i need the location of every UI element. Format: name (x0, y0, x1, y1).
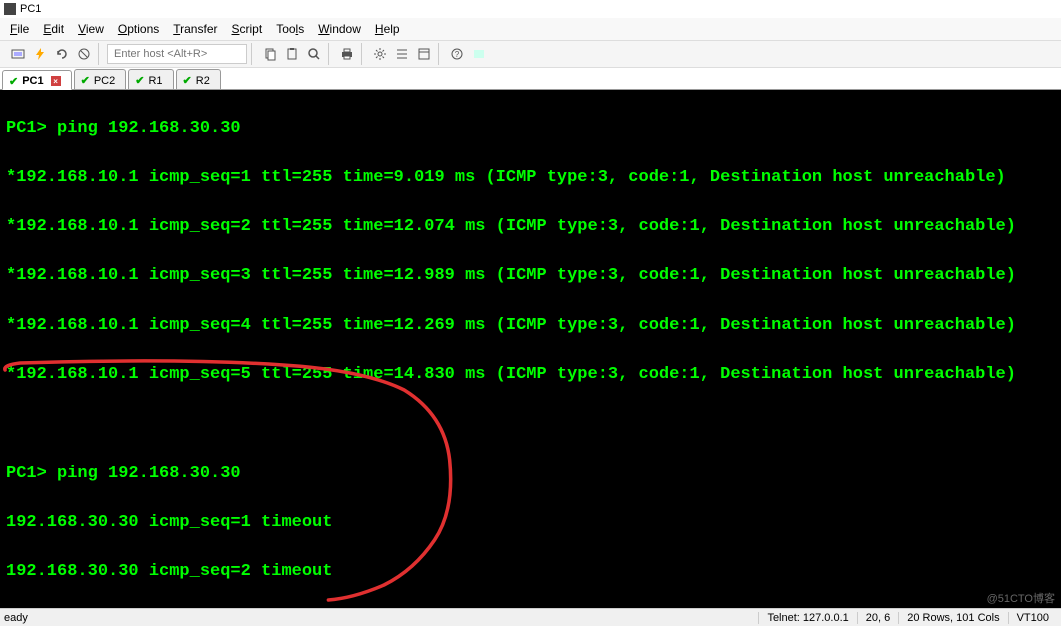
svg-text:?: ? (455, 50, 460, 59)
disconnect-icon (77, 47, 91, 61)
list-icon (395, 47, 409, 61)
status-right: Telnet: 127.0.0.1 20, 6 20 Rows, 101 Col… (758, 612, 1057, 624)
tab-r2[interactable]: ✔ R2 (176, 69, 221, 89)
terminal-line: 192.168.30.30 icmp_seq=2 timeout (6, 560, 1055, 585)
terminal-line: 192.168.30.30 icmp_seq=1 timeout (6, 511, 1055, 536)
status-size: 20 Rows, 101 Cols (898, 612, 1007, 624)
check-icon: ✔ (9, 75, 18, 88)
connect-button[interactable] (8, 44, 28, 64)
terminal-line (6, 412, 1055, 437)
tab-label: R2 (196, 75, 210, 87)
status-emulation: VT100 (1008, 612, 1057, 624)
tab-label: PC2 (94, 75, 115, 87)
paste-button[interactable] (282, 44, 302, 64)
paste-icon (285, 47, 299, 61)
app-icon (4, 3, 16, 15)
menu-file[interactable]: File (4, 20, 35, 38)
disconnect-button[interactable] (74, 44, 94, 64)
host-input[interactable] (107, 44, 247, 64)
status-bar: eady Telnet: 127.0.0.1 20, 6 20 Rows, 10… (0, 608, 1061, 626)
quick-connect-button[interactable] (30, 44, 50, 64)
help-icon: ? (450, 47, 464, 61)
toolbar-group-host (103, 43, 252, 65)
lightning-icon (33, 47, 47, 61)
print-icon (340, 47, 354, 61)
gear-icon (373, 47, 387, 61)
tab-bar: ✔ PC1 × ✔ PC2 ✔ R1 ✔ R2 (0, 68, 1061, 90)
menu-edit[interactable]: Edit (37, 20, 70, 38)
copy-button[interactable] (260, 44, 280, 64)
window-title: PC1 (20, 3, 41, 15)
status-cursor: 20, 6 (857, 612, 898, 624)
help-button[interactable]: ? (447, 44, 467, 64)
tab-pc1[interactable]: ✔ PC1 × (2, 70, 72, 90)
watermark: @51CTO博客 (987, 590, 1055, 606)
new-session-button[interactable] (414, 44, 434, 64)
terminal-line: *192.168.10.1 icmp_seq=2 ttl=255 time=12… (6, 215, 1055, 240)
check-icon: ✔ (135, 74, 144, 87)
toolbar-group-options (366, 43, 439, 65)
window-icon (417, 47, 431, 61)
toolbar-group-connect (4, 43, 99, 65)
connect-icon (11, 47, 25, 61)
tab-label: PC1 (22, 75, 43, 87)
terminal-line: *192.168.10.1 icmp_seq=1 ttl=255 time=9.… (6, 166, 1055, 191)
reconnect-button[interactable] (52, 44, 72, 64)
toolbar-group-print (333, 43, 362, 65)
menu-options[interactable]: Options (112, 20, 165, 38)
menu-script[interactable]: Script (226, 20, 269, 38)
toolbar: ? (0, 40, 1061, 68)
menu-tools[interactable]: Tools (270, 20, 310, 38)
menu-help[interactable]: Help (369, 20, 406, 38)
print-button[interactable] (337, 44, 357, 64)
find-button[interactable] (304, 44, 324, 64)
toggle-icon (472, 47, 486, 61)
menu-view[interactable]: View (72, 20, 110, 38)
check-icon: ✔ (183, 74, 192, 87)
terminal-line: PC1> ping 192.168.30.30 (6, 117, 1055, 142)
terminal-line: *192.168.10.1 icmp_seq=3 ttl=255 time=12… (6, 264, 1055, 289)
session-options-button[interactable] (392, 44, 412, 64)
close-icon[interactable]: × (51, 76, 61, 86)
toolbar-group-help: ? (443, 43, 493, 65)
toolbar-group-clipboard (256, 43, 329, 65)
tab-pc2[interactable]: ✔ PC2 (74, 69, 127, 89)
status-connection: Telnet: 127.0.0.1 (758, 612, 856, 624)
reconnect-icon (55, 47, 69, 61)
terminal[interactable]: PC1> ping 192.168.30.30 *192.168.10.1 ic… (0, 90, 1061, 608)
terminal-line: PC1> ping 192.168.30.30 (6, 462, 1055, 487)
terminal-line: *192.168.10.1 icmp_seq=4 ttl=255 time=12… (6, 314, 1055, 339)
title-bar: PC1 (0, 0, 1061, 18)
terminal-line: *192.168.10.1 icmp_seq=5 ttl=255 time=14… (6, 363, 1055, 388)
status-ready: eady (4, 612, 758, 624)
copy-icon (263, 47, 277, 61)
toggle-button[interactable] (469, 44, 489, 64)
check-icon: ✔ (81, 74, 90, 87)
menu-transfer[interactable]: Transfer (167, 20, 223, 38)
tab-r1[interactable]: ✔ R1 (128, 69, 173, 89)
search-icon (307, 47, 321, 61)
menu-bar: File Edit View Options Transfer Script T… (0, 18, 1061, 40)
properties-button[interactable] (370, 44, 390, 64)
menu-window[interactable]: Window (312, 20, 367, 38)
tab-label: R1 (148, 75, 162, 87)
